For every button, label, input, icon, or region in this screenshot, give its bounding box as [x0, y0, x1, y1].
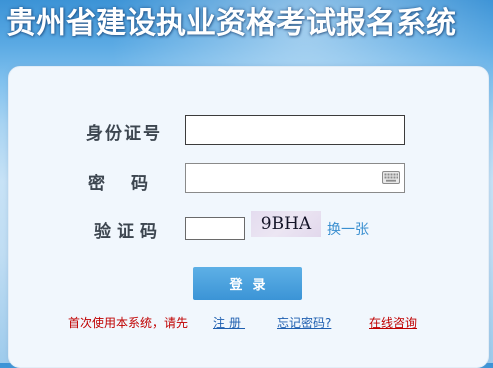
keyboard-icon[interactable]: [382, 171, 400, 184]
captcha-label: 验证码: [94, 222, 163, 242]
captcha-input[interactable]: [185, 217, 245, 240]
online-consult-link[interactable]: 在线咨询: [369, 314, 417, 331]
password-label-char-2: 码: [131, 174, 148, 194]
forgot-password-link[interactable]: 忘记密码?: [277, 314, 331, 331]
login-button[interactable]: 登录: [193, 267, 302, 300]
page-title: 贵州省建设执业资格考试报名系统: [6, 6, 456, 41]
id-number-input[interactable]: [185, 115, 405, 145]
password-label-char-1: 密: [88, 174, 105, 194]
register-link[interactable]: 注册: [213, 314, 245, 331]
captcha-image[interactable]: 9BHA: [251, 211, 321, 237]
password-label: 密码: [88, 169, 148, 194]
refresh-captcha-link[interactable]: 换一张: [327, 219, 369, 239]
id-number-label: 身份证号: [86, 124, 162, 144]
password-input[interactable]: [185, 163, 405, 193]
first-use-prompt: 首次使用本系统，请先: [68, 316, 189, 330]
